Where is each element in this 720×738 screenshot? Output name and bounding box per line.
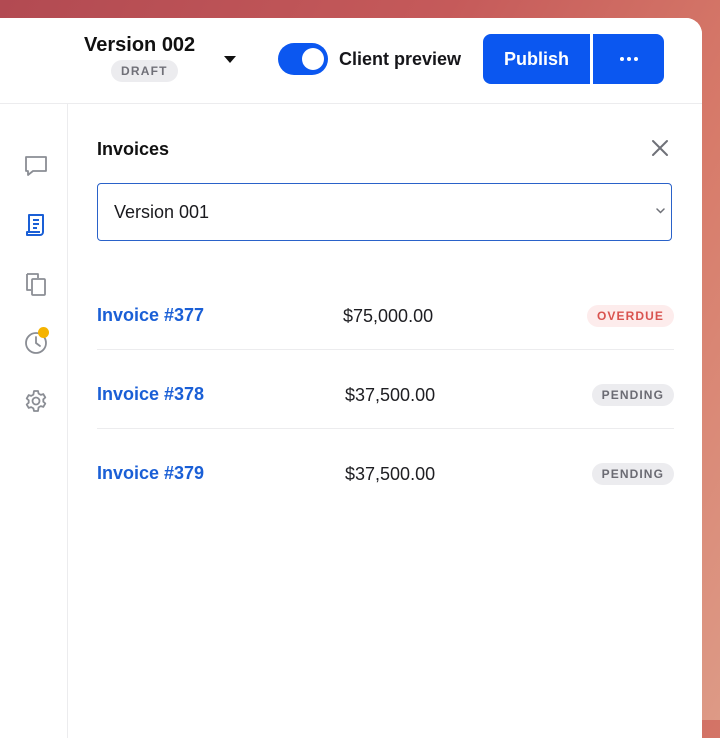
version-title: Version 002: [84, 34, 196, 56]
panel-title: Invoices: [97, 139, 170, 159]
version-select[interactable]: Version 001: [97, 183, 672, 241]
status-badge: PENDING: [591, 463, 674, 485]
close-icon[interactable]: [650, 138, 670, 158]
client-preview-label: Client preview: [339, 49, 462, 69]
row-divider: [97, 349, 674, 350]
invoice-row: Invoice #378 $37,500.00 PENDING: [97, 367, 674, 423]
gear-icon[interactable]: [23, 388, 49, 414]
top-bar: Version 002 DRAFT Client preview Publish: [0, 18, 702, 104]
status-badge: PENDING: [591, 384, 674, 406]
invoice-amount: $37,500.00: [345, 464, 436, 484]
more-options-button[interactable]: [593, 34, 664, 84]
draft-status-badge: DRAFT: [111, 60, 178, 82]
invoice-icon[interactable]: [23, 212, 49, 238]
invoice-amount: $75,000.00: [343, 306, 434, 326]
invoices-panel: Invoices Version 001 Invoice #377 $75,00…: [68, 104, 702, 738]
client-preview-toggle[interactable]: [278, 43, 328, 75]
comment-icon[interactable]: [23, 153, 49, 179]
version-dropdown-caret-icon[interactable]: [224, 56, 236, 63]
notification-dot: [38, 327, 49, 338]
toggle-knob: [302, 48, 324, 70]
sidebar: [0, 104, 68, 738]
status-badge: OVERDUE: [586, 305, 674, 327]
invoice-row: Invoice #377 $75,000.00 OVERDUE: [97, 288, 674, 344]
clock-icon[interactable]: [23, 327, 49, 355]
copy-icon[interactable]: [23, 271, 49, 297]
invoice-link[interactable]: Invoice #379: [97, 463, 204, 484]
ellipsis-icon: [593, 57, 664, 61]
version-select-value: Version 001: [114, 202, 210, 222]
publish-button[interactable]: Publish: [483, 34, 590, 84]
invoice-link[interactable]: Invoice #378: [97, 384, 204, 405]
app-window: Version 002 DRAFT Client preview Publish: [0, 18, 702, 738]
chevron-down-icon: [656, 208, 665, 214]
invoice-link[interactable]: Invoice #377: [97, 305, 204, 326]
invoice-amount: $37,500.00: [345, 385, 436, 405]
row-divider: [97, 428, 674, 429]
invoice-row: Invoice #379 $37,500.00 PENDING: [97, 446, 674, 502]
